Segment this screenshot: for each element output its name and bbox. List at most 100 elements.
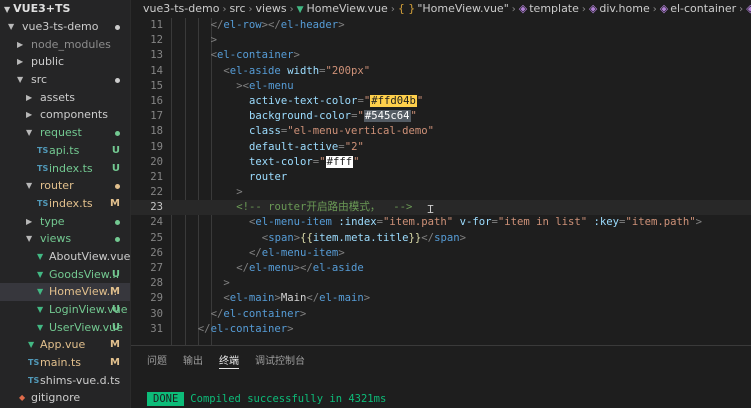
code-line[interactable]: 15 ><el-menu [131, 79, 751, 94]
chevron-down-icon: ▼ [26, 181, 33, 191]
tree-item-label: views [40, 232, 72, 246]
tree-item-label: request [40, 126, 82, 140]
code-line[interactable]: 25 <span>{{item.meta.title}}</span> [131, 231, 751, 246]
panel-tab[interactable]: 问题 [147, 352, 167, 367]
code-token: el-main [319, 292, 364, 305]
git-status-badge: U [111, 144, 120, 156]
code-line[interactable]: 12 > [131, 33, 751, 48]
code-line[interactable]: 14 <el-aside width="200px" [131, 64, 751, 79]
file-item[interactable]: TS index.ts M [0, 195, 130, 213]
panel-tabs: 问题 输出 终端 调试控制台 [131, 346, 751, 370]
breadcrumb-segment[interactable]: div.home [599, 2, 649, 15]
tree-item-label: components [40, 108, 108, 122]
folder-item[interactable]: ▼ views [0, 230, 130, 248]
code-line[interactable]: 16 active-text-color="#ffd04b" [131, 94, 751, 109]
code-line[interactable]: 27 </el-menu></el-aside [131, 261, 751, 276]
code-token: > [363, 292, 371, 305]
code-line[interactable]: 26 </el-menu-item> [131, 246, 751, 261]
typescript-file-icon: TS [28, 358, 40, 368]
code-line[interactable]: 29 <el-main>Main</el-main> [131, 291, 751, 306]
line-number: 14 [150, 64, 163, 77]
code-line[interactable]: 22 > [131, 185, 751, 200]
chevron-down-icon: ▼ [4, 5, 11, 14]
vue-file-icon: ▼ [296, 5, 304, 15]
chevron-right-icon: ▶ [17, 57, 24, 67]
file-item[interactable]: ▼ AboutView.vue [0, 248, 130, 266]
breadcrumb-segment[interactable]: src [229, 2, 245, 15]
file-item[interactable]: TS main.ts M [0, 354, 130, 372]
tree-item-label: vue3-ts-demo [22, 20, 99, 33]
code-line[interactable]: 13 <el-container> [131, 48, 751, 63]
breadcrumb-segment[interactable]: template [529, 2, 579, 15]
file-item[interactable]: ▼ UserView.vue U [0, 319, 130, 337]
code-line[interactable]: 31 </el-container> [131, 322, 751, 337]
file-item[interactable]: ◆ gitignore [0, 389, 130, 407]
panel-tab[interactable]: 输出 [183, 352, 203, 367]
file-item[interactable]: TS index.ts U [0, 160, 130, 178]
code-token: el-menu [248, 79, 294, 92]
typescript-file-icon: TS [28, 375, 40, 385]
folder-item[interactable]: ▶ assets [0, 89, 130, 107]
folder-item[interactable]: ▼ request [0, 124, 130, 142]
line-number: 31 [150, 322, 163, 335]
code-token: item.meta.title [312, 231, 409, 244]
folder-item[interactable]: ▼ router [0, 177, 130, 195]
breadcrumb-segment[interactable]: vue3-ts-demo [143, 2, 219, 15]
code-token: el-aside [312, 262, 364, 274]
code-line[interactable]: 11 </el-row></el-header> [131, 18, 751, 33]
file-item[interactable]: ▼ App.vue M [0, 336, 130, 354]
element-icon: ◈ [659, 2, 669, 15]
folder-item[interactable]: ▶ node_modules [0, 36, 130, 54]
code-line[interactable]: 24 <el-menu-item :index="item.path" v-for… [131, 215, 751, 230]
vue-file-icon: ▼ [37, 287, 44, 297]
code-line[interactable]: 21 router [131, 170, 751, 185]
code-line[interactable]: 23 <!-- router开启路由模式， --> [131, 200, 751, 216]
folder-item[interactable]: ▼ vue3-ts-demo [0, 18, 130, 36]
code-token: el-header [280, 19, 339, 31]
file-item[interactable]: TS shims-vue.d.ts [0, 372, 130, 390]
tree-item-label: index.ts [49, 196, 93, 210]
status-dot [115, 25, 120, 30]
vue-file-icon: ▼ [37, 251, 44, 261]
folder-item[interactable]: ▶ type [0, 213, 130, 231]
code-view[interactable]: 11 </el-row></el-header> 12 >13 <el-containe… [131, 18, 751, 337]
line-number: 20 [150, 155, 163, 168]
element-icon: ◈ [588, 2, 598, 15]
file-item[interactable]: ▼ HomeView... M [0, 283, 130, 301]
code-line[interactable]: 28 > [131, 276, 751, 291]
breadcrumb-segment[interactable]: el-container [670, 2, 736, 15]
git-status-badge: M [110, 197, 120, 209]
folder-item[interactable]: ▶ components [0, 106, 130, 124]
code-line[interactable]: 19 default-active="2" [131, 140, 751, 155]
code-line[interactable]: 20 text-color="#fff" [131, 155, 751, 170]
breadcrumb-segment[interactable]: HomeView.vue [306, 2, 387, 15]
code-token: </ [197, 322, 211, 335]
code-token: "el-menu-vertical-demo" [287, 125, 434, 138]
code-line[interactable]: 17 background-color="#545c64" [131, 109, 751, 124]
code-line[interactable]: 18 class="el-menu-vertical-demo" [131, 124, 751, 139]
git-status-badge: U [111, 321, 120, 333]
code-text: </el-row></el-header> [211, 18, 345, 33]
line-number: 11 [150, 19, 163, 31]
code-token: :index [338, 216, 377, 229]
color-swatch-token: #fff [325, 155, 354, 168]
panel-tab[interactable]: 终端 [219, 352, 239, 367]
line-number: 27 [150, 262, 163, 274]
breadcrumb-segment[interactable]: "HomeView.vue" [417, 2, 508, 15]
file-item[interactable]: TS api.ts U [0, 142, 130, 160]
code-token: span [434, 231, 460, 244]
line-number: 13 [150, 49, 163, 62]
explorer-header[interactable]: ▼ VUE3+TS [0, 0, 130, 18]
file-item[interactable]: ▼ GoodsView... U [0, 266, 130, 284]
code-token: " [357, 110, 364, 123]
file-item[interactable]: ▼ LoginView.vue U [0, 301, 130, 319]
panel-tab[interactable]: 调试控制台 [255, 352, 305, 367]
editor-area: vue3-ts-demo › src › views › ▼ HomeView.vue ›{ }… [131, 0, 751, 345]
folder-item[interactable]: ▶ public [0, 53, 130, 71]
breadcrumb-segment[interactable]: views [256, 2, 287, 15]
code-token: el-menu-item [261, 246, 339, 259]
code-line[interactable]: 30 </el-container> [131, 307, 751, 322]
line-number: 23 [150, 201, 163, 214]
folder-item[interactable]: ▼ src [0, 71, 130, 89]
code-token: </ [210, 307, 224, 320]
